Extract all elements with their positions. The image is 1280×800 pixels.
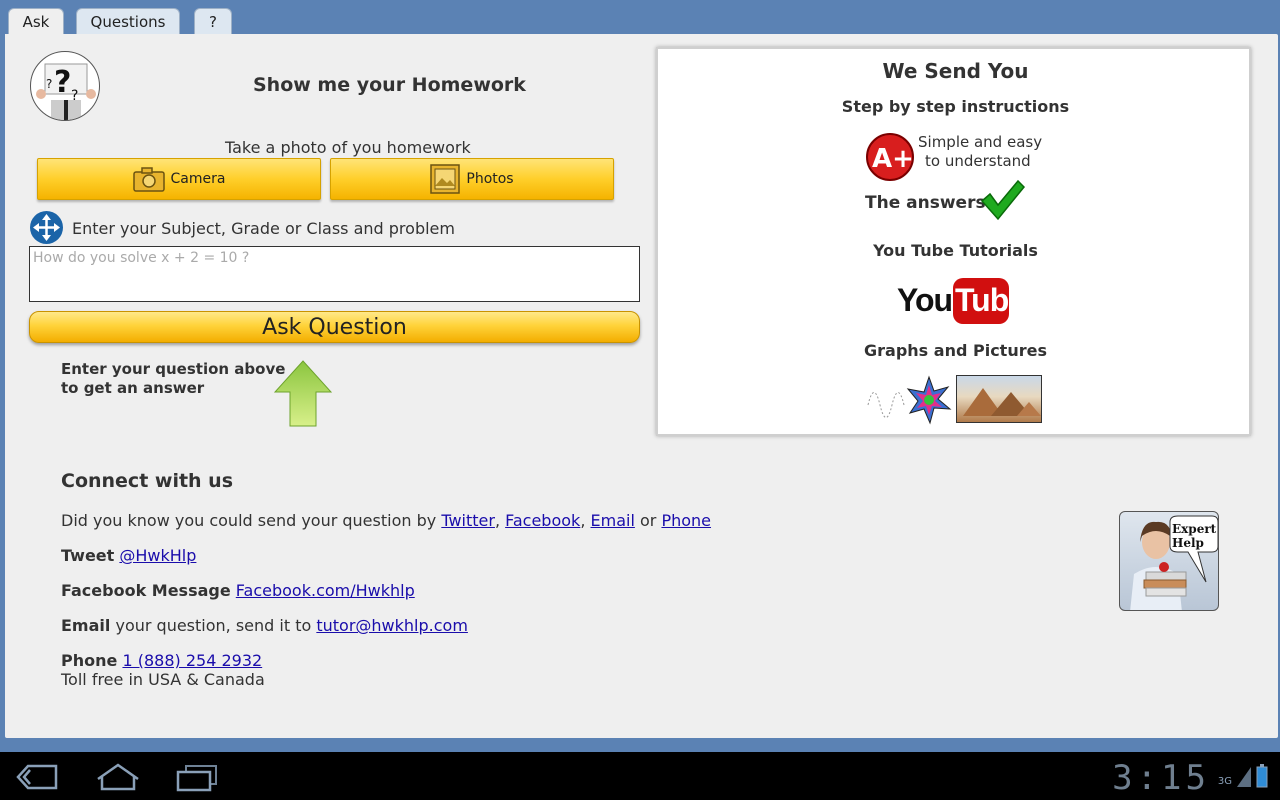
email-address-link[interactable]: tutor@hwkhlp.com: [316, 616, 468, 635]
svg-text:?: ?: [46, 77, 52, 91]
connect-intro: Did you know you could send your questio…: [61, 511, 712, 530]
toll-free-note: Toll free in USA & Canada: [61, 670, 265, 689]
photos-button[interactable]: Photos: [330, 158, 614, 200]
photo-prompt: Take a photo of you homework: [225, 138, 471, 157]
directions-icon: [30, 211, 63, 244]
phone-number-link[interactable]: 1 (888) 254 2932: [122, 651, 262, 670]
tab-questions[interactable]: Questions: [76, 8, 180, 35]
recent-apps-icon[interactable]: [176, 764, 218, 792]
expert-help-button[interactable]: Expert Help: [1119, 511, 1219, 611]
facebook-link[interactable]: Facebook: [505, 511, 580, 530]
ask-question-button[interactable]: Ask Question: [29, 311, 640, 343]
tab-help[interactable]: ?: [194, 8, 232, 35]
phone-row: Phone 1 (888) 254 2932: [61, 651, 263, 670]
connect-title: Connect with us: [61, 470, 234, 492]
phone-link[interactable]: Phone: [661, 511, 711, 530]
svg-text:A+: A+: [872, 144, 914, 174]
question-hint-line1: Enter your question above: [61, 360, 286, 378]
youtube-logo-icon: You Tube: [897, 278, 1026, 324]
checkmark-icon: [980, 179, 1026, 221]
tweet-handle-link[interactable]: @HwkHlp: [119, 546, 196, 565]
graphs-title: Graphs and Pictures: [864, 341, 1047, 360]
tweet-row: Tweet @HwkHlp: [61, 546, 197, 565]
facebook-row: Facebook Message Facebook.com/Hwkhlp: [61, 581, 415, 600]
answers-label: The answers: [865, 193, 986, 213]
email-row: Email your question, send it to tutor@hw…: [61, 616, 468, 635]
battery-icon: [1256, 764, 1268, 788]
camera-button[interactable]: Camera: [37, 158, 321, 200]
clock: 3:15: [1112, 758, 1210, 798]
simple-line1: Simple and easy: [918, 133, 1043, 151]
card-title: We Send You: [882, 59, 1029, 83]
picture-icon: [430, 164, 461, 194]
home-icon[interactable]: [96, 763, 140, 791]
camera-icon: [132, 167, 165, 192]
pyramids-picture: [956, 375, 1042, 423]
question-instruction: Enter your Subject, Grade or Class and p…: [72, 219, 455, 238]
network-type: 3G: [1217, 776, 1232, 787]
twitter-link[interactable]: Twitter: [441, 511, 495, 530]
homework-logo-icon: ? ? ?: [30, 51, 100, 121]
grade-a-plus-icon: A+: [866, 133, 914, 181]
svg-text:?: ?: [54, 65, 71, 100]
signal-icon: [1237, 767, 1251, 787]
we-send-you-card: We Send You Step by step instructions A+…: [656, 47, 1251, 436]
email-link[interactable]: Email: [591, 511, 635, 530]
question-input[interactable]: How do you solve x + 2 = 10 ?: [29, 246, 640, 302]
system-navbar: 3:15 3G: [0, 752, 1280, 800]
page-title: Show me your Homework: [253, 74, 526, 96]
graph-star-icon: [867, 375, 952, 425]
tab-ask[interactable]: Ask: [8, 8, 64, 35]
tutorials-title: You Tube Tutorials: [873, 241, 1038, 260]
back-icon[interactable]: [16, 764, 58, 790]
question-hint-line2: to get an answer: [61, 379, 205, 397]
simple-line2: to understand: [925, 152, 1031, 170]
up-arrow-icon: [274, 360, 332, 427]
steps-title: Step by step instructions: [841, 97, 1070, 116]
facebook-page-link[interactable]: Facebook.com/Hwkhlp: [236, 581, 415, 600]
